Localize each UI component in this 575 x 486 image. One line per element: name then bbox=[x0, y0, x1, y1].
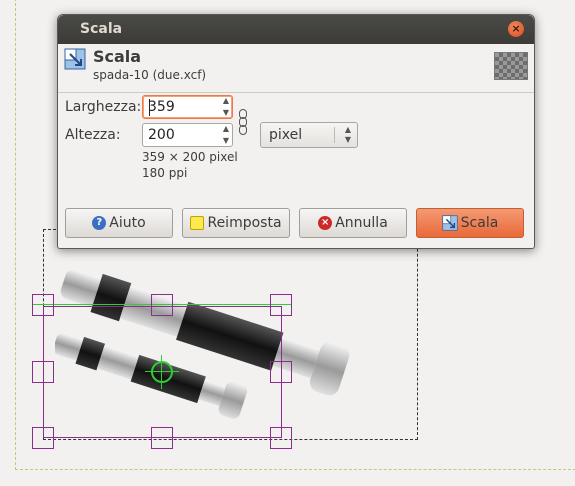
width-stepper[interactable]: ▲ ▼ bbox=[218, 95, 234, 119]
size-info: 359 × 200 pixel bbox=[142, 150, 238, 164]
cancel-icon: × bbox=[318, 216, 333, 230]
resolution-info: 180 ppi bbox=[142, 166, 188, 180]
cancel-button[interactable]: × Annulla bbox=[299, 208, 407, 238]
reset-button[interactable]: Reimposta bbox=[182, 208, 290, 238]
scale-handle-bottom-right[interactable] bbox=[270, 427, 292, 449]
scale-handle-left[interactable] bbox=[32, 361, 54, 383]
dialog-titlebar[interactable]: Scala × bbox=[58, 15, 534, 44]
window-title: Scala bbox=[80, 21, 123, 37]
scale-dialog: Scala × Scala spada-10 (due.xcf) Larghez… bbox=[57, 14, 535, 249]
help-icon: ? bbox=[92, 216, 107, 230]
spin-down-icon[interactable]: ▼ bbox=[218, 107, 234, 119]
height-stepper[interactable]: ▲ ▼ bbox=[218, 123, 234, 147]
dialog-header: Scala spada-10 (due.xcf) bbox=[58, 44, 534, 92]
crosshair-horizontal bbox=[145, 371, 179, 372]
unit-select[interactable]: pixel ▲ ▼ bbox=[260, 122, 358, 148]
help-label: Aiuto bbox=[109, 215, 146, 231]
cancel-label: Annulla bbox=[335, 215, 388, 231]
select-divider bbox=[334, 127, 335, 143]
width-label: Larghezza: bbox=[65, 99, 142, 115]
crosshair-vertical bbox=[161, 355, 162, 389]
dropdown-icon: ▲ ▼ bbox=[344, 125, 351, 144]
scale-icon bbox=[64, 48, 86, 70]
scale-icon bbox=[442, 215, 458, 231]
chain-icon[interactable] bbox=[238, 97, 250, 149]
header-subtitle: spada-10 (due.xcf) bbox=[93, 68, 207, 82]
height-value: 200 bbox=[148, 127, 175, 143]
height-label: Altezza: bbox=[65, 127, 121, 143]
help-button[interactable]: ? Aiuto bbox=[65, 208, 173, 238]
text-cursor bbox=[149, 99, 150, 116]
header-title: Scala bbox=[93, 47, 142, 66]
header-separator bbox=[58, 92, 534, 93]
scale-handle-top-left[interactable] bbox=[32, 294, 54, 316]
scale-label: Scala bbox=[460, 215, 499, 231]
reset-label: Reimposta bbox=[207, 215, 282, 231]
scale-handle-top[interactable] bbox=[151, 294, 173, 316]
scale-handle-bottom[interactable] bbox=[151, 427, 173, 449]
spin-down-icon[interactable]: ▼ bbox=[218, 135, 234, 147]
scale-handle-bottom-left[interactable] bbox=[32, 427, 54, 449]
layer-thumbnail bbox=[494, 52, 528, 80]
unit-value: pixel bbox=[269, 127, 303, 143]
spin-up-icon[interactable]: ▲ bbox=[218, 123, 234, 135]
reset-icon bbox=[190, 216, 205, 230]
scale-handle-top-right[interactable] bbox=[270, 294, 292, 316]
scale-handle-right[interactable] bbox=[270, 361, 292, 383]
scale-button[interactable]: Scala bbox=[416, 208, 524, 238]
scale-center-handle[interactable] bbox=[151, 361, 173, 383]
width-value: 359 bbox=[148, 99, 175, 115]
close-icon[interactable]: × bbox=[508, 21, 524, 37]
spin-up-icon[interactable]: ▲ bbox=[218, 95, 234, 107]
